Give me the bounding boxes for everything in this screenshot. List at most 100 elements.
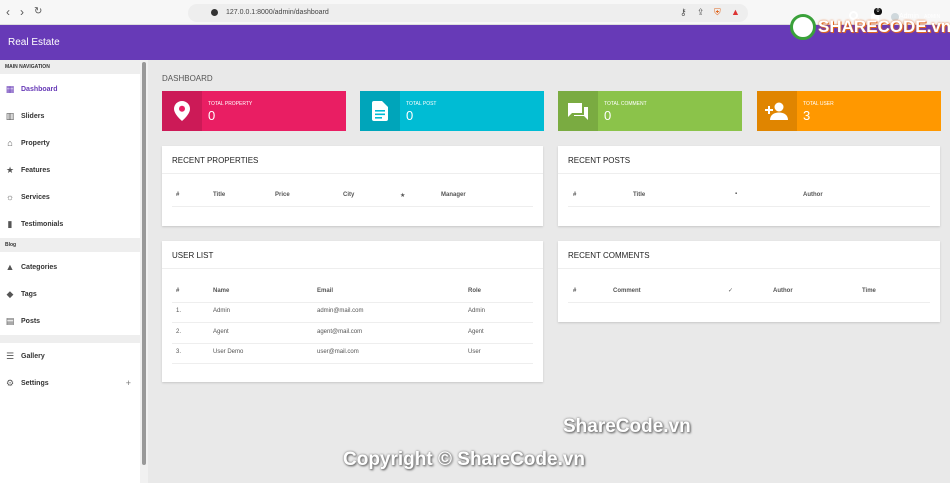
- stat-value: 0: [604, 108, 612, 123]
- stat-total-property[interactable]: TOTAL PROPERTY 0: [162, 91, 346, 131]
- card-divider: [162, 173, 543, 174]
- reload-icon[interactable]: ↻: [34, 5, 42, 19]
- sidebar-item-tags[interactable]: ◆ Tags: [0, 281, 140, 308]
- share-icon[interactable]: ⇪: [697, 5, 705, 19]
- table-divider: [172, 343, 533, 344]
- stat-label: TOTAL COMMENT: [604, 101, 647, 107]
- card-divider: [558, 173, 940, 174]
- table-header: Role: [468, 288, 482, 294]
- stat-label: TOTAL PROPERTY: [208, 101, 253, 107]
- sidebar-item-services[interactable]: ☼ Services: [0, 184, 140, 211]
- sidebar-item-label: Posts: [21, 318, 41, 325]
- sidebar-item-property[interactable]: ⌂ Property: [0, 130, 140, 157]
- expand-icon[interactable]: +: [126, 378, 131, 388]
- table-header: Title: [213, 192, 226, 198]
- forward-icon[interactable]: ›: [20, 5, 24, 19]
- sidebar-item-label: Property: [21, 140, 50, 147]
- table-header: Price: [275, 192, 290, 198]
- posts-icon: ▤: [5, 316, 15, 326]
- table-header: City: [343, 192, 355, 198]
- logo-mark-icon: [790, 14, 816, 40]
- brave-shield-icon[interactable]: ⛨: [714, 5, 721, 19]
- testimonials-icon: ▮: [7, 219, 13, 229]
- stat-total-post[interactable]: TOTAL POST 0: [360, 91, 544, 131]
- sidebar-item-label: Features: [21, 167, 51, 174]
- sidebar-item-gallery[interactable]: ☰ Gallery: [0, 343, 140, 370]
- card-title: RECENT COMMENTS: [568, 251, 650, 260]
- stat-label: TOTAL USER: [803, 101, 834, 107]
- categories-icon: ▲: [5, 262, 15, 272]
- cell-role: Agent: [468, 329, 484, 335]
- url-text[interactable]: 127.0.0.1:8000/admin/dashboard: [226, 9, 329, 16]
- rewards-icon[interactable]: ▲: [731, 5, 740, 19]
- recent-comments-card: RECENT COMMENTS # Comment ✓ Author Time: [558, 241, 940, 322]
- sidebar-item-posts[interactable]: ▤ Posts: [0, 308, 140, 335]
- table-header-approved: ✓: [728, 288, 734, 294]
- table-header: #: [573, 192, 577, 198]
- sidebar-item-testimonials[interactable]: ▮ Testimonials: [0, 211, 140, 238]
- star-icon: ★: [5, 165, 15, 175]
- table-header-comments: ▪: [735, 191, 738, 197]
- brand-title[interactable]: Real Estate: [8, 37, 60, 48]
- sidebar-header-blog: Blog: [0, 238, 140, 252]
- cell-name: Agent: [213, 329, 229, 335]
- table-header: #: [176, 288, 180, 294]
- document-icon: [360, 91, 400, 131]
- table-header: Comment: [613, 288, 641, 294]
- cell-email: agent@mail.com: [317, 329, 363, 335]
- card-title: USER LIST: [172, 251, 214, 260]
- tag-icon: ◆: [6, 289, 14, 299]
- table-header: Manager: [441, 192, 466, 198]
- table-divider: [172, 206, 533, 207]
- page-title: DASHBOARD: [162, 74, 213, 83]
- cell-name: User Demo: [213, 349, 244, 355]
- gallery-icon: ☰: [5, 351, 15, 361]
- site-info-icon[interactable]: [211, 9, 218, 16]
- sidebar-divider: [0, 335, 140, 343]
- user-list-card: USER LIST # Name Email Role 1. Admin adm…: [162, 241, 543, 382]
- table-header: Title: [633, 192, 646, 198]
- stat-value: 3: [803, 108, 811, 123]
- recent-properties-card: RECENT PROPERTIES # Title Price City ★ M…: [162, 146, 543, 226]
- forum-icon: [558, 91, 598, 131]
- table-divider: [172, 322, 533, 323]
- settings-icon: ⚙: [5, 378, 15, 388]
- sidebar-item-label: Tags: [21, 291, 37, 298]
- table-divider: [172, 363, 533, 364]
- key-icon[interactable]: ⚷: [680, 5, 687, 19]
- stat-value: 0: [406, 108, 414, 123]
- cell-index: 3.: [176, 349, 182, 355]
- back-icon[interactable]: ‹: [6, 5, 10, 19]
- table-header: #: [176, 192, 180, 198]
- sidebar-item-label: Gallery: [21, 353, 45, 360]
- stat-total-comment[interactable]: TOTAL COMMENT 0: [558, 91, 742, 131]
- table-header-star: ★: [400, 193, 406, 199]
- map-pin-icon: [162, 91, 202, 131]
- table-header: Name: [213, 288, 230, 294]
- stat-total-user[interactable]: TOTAL USER 3: [757, 91, 941, 131]
- sidebar-scrollbar-thumb[interactable]: [142, 62, 146, 465]
- card-divider: [558, 268, 940, 269]
- stat-value: 0: [208, 108, 216, 123]
- table-header: Email: [317, 288, 334, 294]
- watermark-copyright: Copyright © ShareCode.vn: [343, 449, 586, 470]
- cell-name: Admin: [213, 308, 231, 314]
- dashboard-icon: ▦: [5, 84, 15, 94]
- sidebar-item-sliders[interactable]: ▥ Sliders: [0, 103, 140, 130]
- recent-posts-card: RECENT POSTS # Title ▪ Author: [558, 146, 940, 226]
- sidebar-item-features[interactable]: ★ Features: [0, 157, 140, 184]
- sidebar-item-settings[interactable]: ⚙ Settings +: [0, 370, 140, 397]
- sharecode-logo: SHARECODE.vn: [790, 13, 950, 41]
- services-icon: ☼: [5, 192, 15, 202]
- cell-index: 1.: [176, 308, 182, 314]
- card-title: RECENT PROPERTIES: [172, 156, 259, 165]
- table-header: #: [573, 288, 577, 294]
- cell-role: Admin: [468, 308, 486, 314]
- sidebar-item-categories[interactable]: ▲ Categories: [0, 254, 140, 281]
- card-title: RECENT POSTS: [568, 156, 631, 165]
- cell-role: User: [468, 349, 481, 355]
- cell-email: admin@mail.com: [317, 308, 364, 314]
- person-add-icon: [757, 91, 797, 131]
- sidebar-item-label: Testimonials: [21, 221, 64, 228]
- sidebar-item-dashboard[interactable]: ▦ Dashboard: [0, 76, 140, 103]
